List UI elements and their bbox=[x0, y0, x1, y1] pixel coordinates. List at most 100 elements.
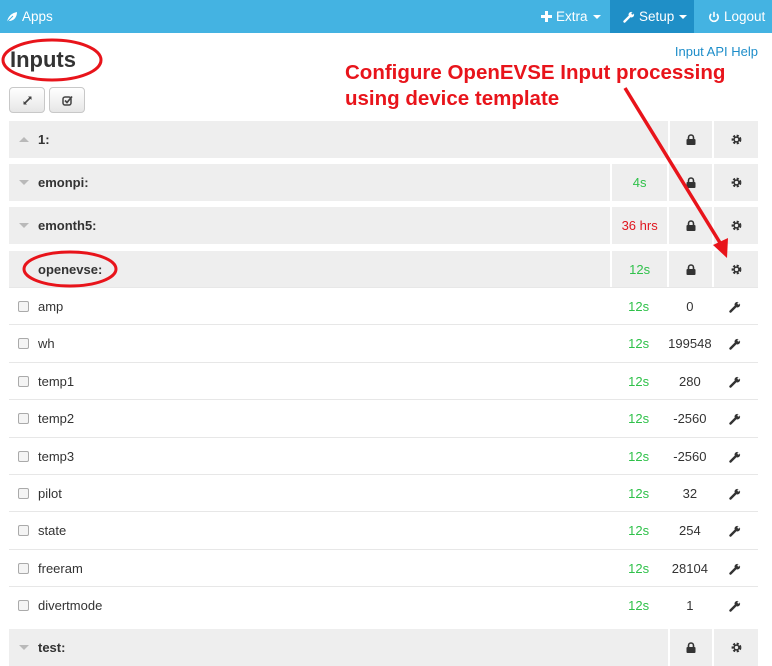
collapse-arrow-icon bbox=[19, 137, 29, 142]
node-time: 36 hrs bbox=[609, 207, 668, 244]
input-value: 199548 bbox=[668, 336, 712, 351]
node-name: emonth5: bbox=[38, 218, 97, 233]
power-icon bbox=[708, 11, 720, 23]
gear-icon bbox=[731, 642, 742, 653]
node-row-1[interactable]: 1: bbox=[9, 121, 758, 158]
input-cell: pilot bbox=[9, 475, 610, 512]
input-process-button[interactable] bbox=[712, 587, 758, 624]
input-value: 0 bbox=[686, 299, 694, 314]
wrench-icon bbox=[729, 488, 741, 500]
apps-label: Apps bbox=[22, 9, 53, 24]
input-row-temp1[interactable]: temp1 12s 280 bbox=[9, 362, 758, 400]
node-row-emonth5[interactable]: emonth5: 36 hrs bbox=[9, 207, 758, 244]
input-api-help-link[interactable]: Input API Help bbox=[675, 44, 758, 59]
gear-icon bbox=[731, 220, 742, 231]
node-lock-button[interactable] bbox=[667, 121, 713, 158]
gear-icon bbox=[731, 177, 742, 188]
input-checkbox[interactable] bbox=[18, 413, 29, 424]
input-row-freeram[interactable]: freeram 12s 28104 bbox=[9, 549, 758, 587]
input-name: temp2 bbox=[38, 411, 75, 426]
wrench-icon bbox=[729, 413, 741, 425]
node-header[interactable]: emonpi: bbox=[9, 164, 610, 201]
node-config-button[interactable] bbox=[712, 251, 758, 288]
input-checkbox[interactable] bbox=[18, 563, 29, 574]
node-lock-button[interactable] bbox=[667, 207, 712, 244]
input-cell: wh bbox=[9, 325, 610, 362]
input-process-button[interactable] bbox=[712, 400, 758, 437]
input-row-wh[interactable]: wh 12s 199548 bbox=[9, 324, 758, 362]
leaf-icon bbox=[6, 11, 18, 23]
setup-menu[interactable]: Setup bbox=[610, 0, 694, 33]
apps-menu[interactable]: Apps bbox=[6, 0, 53, 33]
expand-arrow-icon bbox=[19, 645, 29, 650]
input-process-button[interactable] bbox=[712, 550, 758, 587]
input-row-amp[interactable]: amp 12s 0 bbox=[9, 287, 758, 325]
wrench-icon bbox=[729, 376, 741, 388]
input-value: 32 bbox=[682, 486, 698, 501]
input-checkbox[interactable] bbox=[18, 600, 29, 611]
lock-icon bbox=[686, 134, 696, 145]
node-row-emonpi[interactable]: emonpi: 4s bbox=[9, 164, 758, 201]
page-title: Inputs bbox=[10, 47, 76, 72]
input-row-temp3[interactable]: temp3 12s -2560 bbox=[9, 437, 758, 475]
input-value: -2560 bbox=[673, 411, 707, 426]
node-header[interactable]: 1: bbox=[9, 121, 610, 158]
node-config-button[interactable] bbox=[712, 629, 758, 666]
input-value: 280 bbox=[679, 374, 701, 389]
input-time: 12s bbox=[628, 523, 650, 538]
node-row-test[interactable]: test: bbox=[9, 629, 758, 666]
node-config-button[interactable] bbox=[712, 121, 758, 158]
setup-label: Setup bbox=[639, 9, 675, 24]
input-value: -2560 bbox=[673, 449, 707, 464]
input-name: amp bbox=[38, 299, 64, 314]
input-process-button[interactable] bbox=[712, 288, 758, 325]
input-cell: temp1 bbox=[9, 363, 610, 400]
input-checkbox[interactable] bbox=[18, 301, 29, 312]
annotation-line-2: using device template bbox=[345, 87, 560, 110]
input-name: freeram bbox=[38, 561, 83, 576]
node-header[interactable]: test: bbox=[9, 629, 610, 666]
node-config-button[interactable] bbox=[712, 207, 758, 244]
lock-icon bbox=[686, 642, 696, 653]
input-name: divertmode bbox=[38, 598, 103, 613]
input-cell: temp2 bbox=[9, 400, 610, 437]
input-name: pilot bbox=[38, 486, 62, 501]
node-lock-button[interactable] bbox=[667, 251, 712, 288]
select-all-button[interactable] bbox=[49, 87, 85, 113]
annotation-line-1: Configure OpenEVSE Input processing bbox=[345, 61, 726, 84]
annotation-text: Configure OpenEVSE Input processing usin… bbox=[345, 60, 725, 112]
input-process-button[interactable] bbox=[712, 325, 758, 362]
input-process-button[interactable] bbox=[712, 512, 758, 549]
input-cell: state bbox=[9, 512, 610, 549]
input-process-button[interactable] bbox=[712, 363, 758, 400]
extra-menu[interactable]: Extra bbox=[541, 0, 601, 33]
input-checkbox[interactable] bbox=[18, 525, 29, 536]
node-config-button[interactable] bbox=[712, 164, 758, 201]
wrench-icon bbox=[623, 11, 635, 23]
input-checkbox[interactable] bbox=[18, 488, 29, 499]
node-row-openevse[interactable]: openevse: 12s bbox=[9, 251, 758, 288]
input-cell: amp bbox=[9, 288, 610, 325]
plus-icon bbox=[541, 11, 552, 22]
node-header[interactable]: emonth5: bbox=[9, 207, 610, 244]
lock-icon bbox=[686, 177, 696, 188]
input-checkbox[interactable] bbox=[18, 338, 29, 349]
node-time: 12s bbox=[609, 251, 668, 288]
input-checkbox[interactable] bbox=[18, 376, 29, 387]
input-process-button[interactable] bbox=[712, 438, 758, 475]
lock-icon bbox=[686, 264, 696, 275]
input-process-button[interactable] bbox=[712, 475, 758, 512]
input-value: 28104 bbox=[671, 561, 708, 576]
expand-all-button[interactable] bbox=[9, 87, 45, 113]
input-row-divertmode[interactable]: divertmode 12s 1 bbox=[9, 586, 758, 624]
node-lock-button[interactable] bbox=[667, 164, 712, 201]
logout-link[interactable]: Logout bbox=[708, 0, 765, 33]
input-name: temp3 bbox=[38, 449, 75, 464]
input-row-state[interactable]: state 12s 254 bbox=[9, 511, 758, 549]
input-row-pilot[interactable]: pilot 12s 32 bbox=[9, 474, 758, 512]
navbar: Apps Extra Setup Logout bbox=[0, 0, 772, 33]
node-lock-button[interactable] bbox=[667, 629, 713, 666]
node-header[interactable]: openevse: bbox=[9, 251, 610, 288]
input-row-temp2[interactable]: temp2 12s -2560 bbox=[9, 399, 758, 437]
input-checkbox[interactable] bbox=[18, 451, 29, 462]
